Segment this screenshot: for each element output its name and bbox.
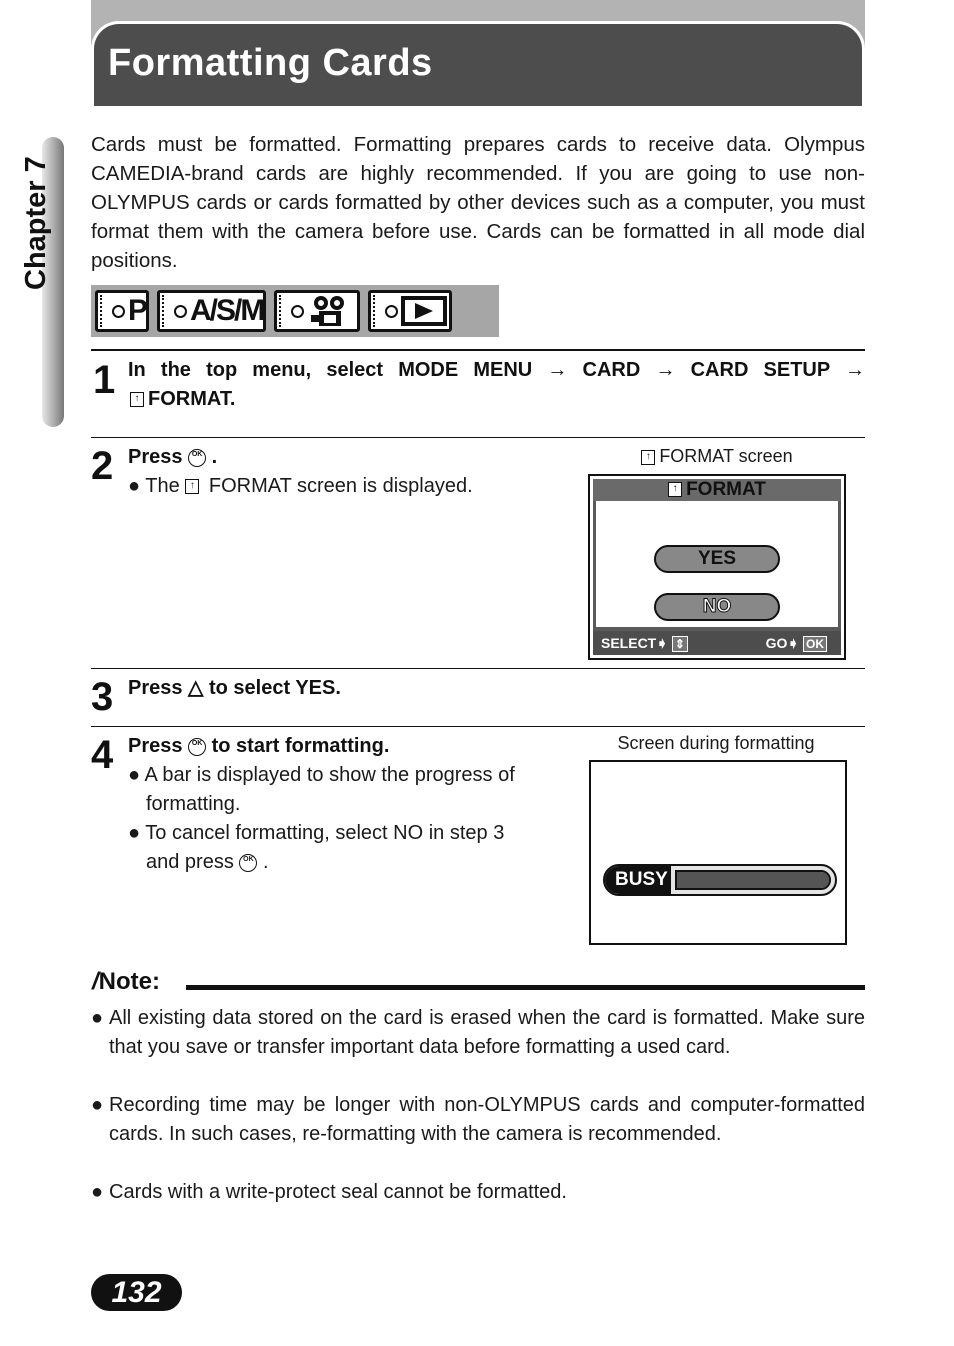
title-bar: Formatting Cards bbox=[91, 18, 865, 106]
card-icon: ↑ bbox=[641, 449, 656, 465]
card-icon: ↑ bbox=[185, 479, 200, 495]
movie-camera-icon bbox=[274, 290, 361, 332]
note-rule bbox=[186, 985, 865, 990]
busy-progress-bar: BUSY bbox=[603, 864, 837, 896]
mode-dial-icons: P A/S/M bbox=[91, 285, 499, 337]
no-option[interactable]: NO bbox=[654, 593, 780, 621]
note-item: ● All existing data stored on the card is… bbox=[91, 1007, 865, 1058]
up-down-arrows-icon: ⇕ bbox=[671, 636, 688, 652]
step-4-bullet-2: ● To cancel formatting, select NO in ste… bbox=[128, 822, 505, 844]
step-number: 4 bbox=[91, 733, 114, 777]
note-item: ● Recording time may be longer with non-O… bbox=[91, 1094, 865, 1145]
ok-icon: OK bbox=[803, 636, 827, 652]
busy-label: BUSY bbox=[605, 866, 671, 894]
chapter-label: Chapter 7 bbox=[20, 156, 52, 290]
header-band bbox=[91, 0, 865, 18]
divider bbox=[91, 668, 865, 669]
step-1-text: In the top menu, select MODE MENU → CARD… bbox=[128, 359, 865, 381]
progress-fill bbox=[677, 872, 829, 888]
formatting-screen-lcd: BUSY bbox=[589, 760, 847, 945]
step-number: 1 bbox=[93, 358, 116, 402]
step-4-heading: Press OK to start formatting. bbox=[128, 735, 390, 757]
intro-paragraph: Cards must be formatted. Formatting prep… bbox=[91, 133, 865, 272]
divider bbox=[91, 437, 865, 438]
yes-option[interactable]: YES bbox=[654, 545, 780, 573]
page-title: Formatting Cards bbox=[108, 42, 433, 84]
divider bbox=[91, 726, 865, 727]
step-1-text-2: ↑ FORMAT. bbox=[130, 385, 235, 414]
ok-button-icon: OK bbox=[239, 853, 258, 872]
format-screen-caption: ↑ FORMAT screen bbox=[588, 446, 846, 467]
asm-mode-icon: A/S/M bbox=[157, 290, 267, 332]
divider bbox=[91, 349, 865, 351]
step-3-heading: Press △ to select YES. bbox=[128, 677, 341, 699]
step-number: 2 bbox=[91, 444, 114, 488]
ok-button-icon: OK bbox=[188, 737, 207, 756]
card-icon: ↑ bbox=[130, 392, 144, 408]
formatting-screen-caption: Screen during formatting bbox=[617, 733, 815, 753]
step-4-bullet-2-cont: and press OK . bbox=[146, 851, 269, 873]
program-mode-icon: P bbox=[95, 290, 150, 332]
note-item: ● Cards with a write-protect seal cannot … bbox=[91, 1181, 567, 1203]
step-2-heading: Press OK . bbox=[128, 446, 218, 468]
card-icon: ↑ bbox=[668, 482, 683, 498]
step-number: 3 bbox=[91, 675, 114, 719]
step-4-bullet-1-cont: formatting. bbox=[146, 793, 241, 815]
format-screen-lcd: ↑ FORMAT YES NO SELECT➧ ⇕ GO➧ OK bbox=[588, 474, 846, 660]
ok-button-icon: OK bbox=[188, 448, 207, 467]
note-heading: /Note: bbox=[92, 968, 160, 995]
playback-icon bbox=[368, 290, 453, 332]
pencil-icon: / bbox=[92, 968, 99, 995]
lcd-footer: SELECT➧ ⇕ GO➧ OK bbox=[593, 631, 841, 655]
step-4-bullet-1: ● A bar is displayed to show the progres… bbox=[128, 764, 515, 786]
step-2-bullet: ● The ↑ FORMAT screen is displayed. bbox=[128, 475, 473, 497]
format-screen-title: ↑ FORMAT bbox=[593, 479, 841, 501]
page-number: 132 bbox=[91, 1274, 182, 1311]
